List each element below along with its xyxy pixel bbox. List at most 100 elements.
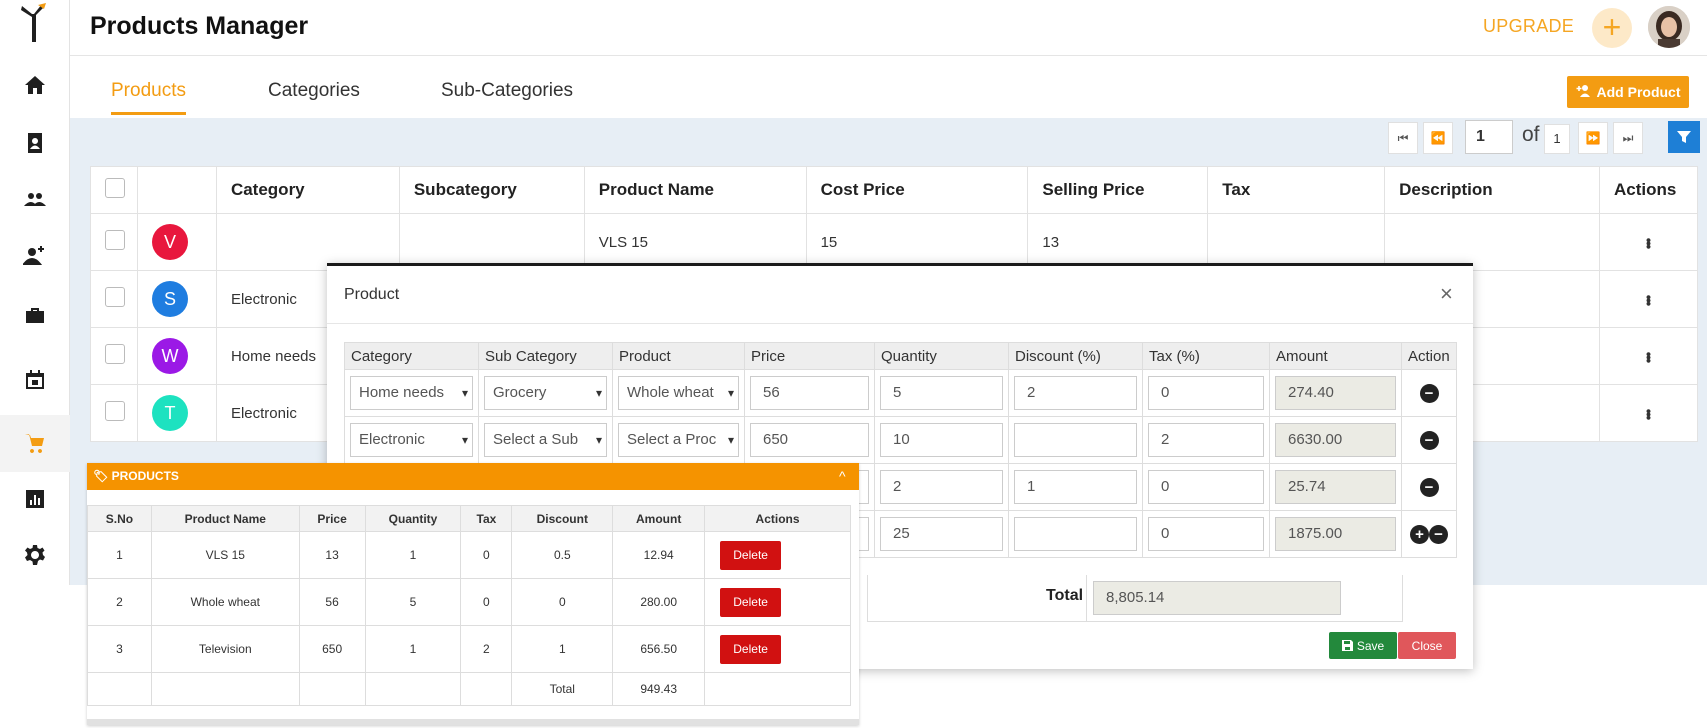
chart-icon[interactable] xyxy=(10,474,60,524)
logo-icon[interactable] xyxy=(12,2,56,46)
row-checkbox[interactable] xyxy=(105,287,125,307)
add-row-icon[interactable]: + xyxy=(1410,524,1429,544)
calendar-icon[interactable] xyxy=(10,355,60,405)
save-button[interactable]: Save xyxy=(1329,632,1397,659)
row-checkbox[interactable] xyxy=(105,344,125,364)
filter-button[interactable] xyxy=(1668,121,1700,153)
column-header[interactable]: Tax xyxy=(1207,166,1386,214)
tax-input[interactable]: 0 xyxy=(1148,517,1264,551)
column-header: Price xyxy=(744,342,875,370)
column-header[interactable]: Product Name xyxy=(583,166,807,214)
total-row: Total 949.43 xyxy=(87,672,851,706)
discount-input[interactable] xyxy=(1014,517,1137,551)
row-checkbox[interactable] xyxy=(105,230,125,250)
row-checkbox[interactable] xyxy=(105,401,125,421)
line-row: Home needs Grocery Whole wheat 56 5 2 0 … xyxy=(344,369,1457,417)
column-header: Action xyxy=(1401,342,1457,370)
column-header: Actions xyxy=(1598,166,1699,214)
select-all-checkbox[interactable] xyxy=(105,177,125,198)
delete-button[interactable]: Delete xyxy=(720,634,782,664)
cell-tax: 0 xyxy=(460,531,513,579)
prev-page-button[interactable]: ⏪ xyxy=(1423,122,1453,154)
products-panel-header[interactable]: 🏷 PRODUCTS xyxy=(87,463,859,490)
column-header: Discount (%) xyxy=(1008,342,1143,370)
category-select[interactable]: Home needs xyxy=(350,376,473,410)
remove-row-icon[interactable]: − xyxy=(1429,524,1448,544)
avatar-header xyxy=(136,166,217,214)
product-select[interactable]: Select a Proc xyxy=(618,423,739,457)
upgrade-link[interactable]: UPGRADE xyxy=(1483,16,1574,37)
column-header: Tax xyxy=(460,505,513,532)
product-select[interactable]: Whole wheat xyxy=(618,376,739,410)
column-header[interactable]: Cost Price xyxy=(805,166,1029,214)
delete-button[interactable]: Delete xyxy=(720,587,782,617)
remove-row-icon[interactable]: − xyxy=(1419,430,1439,450)
price-input[interactable]: 56 xyxy=(750,376,869,410)
price-input[interactable]: 650 xyxy=(750,423,869,457)
line-header-row: Category Sub Category Product Price Quan… xyxy=(344,342,1457,370)
add-product-button[interactable]: Add Product xyxy=(1567,76,1689,108)
tab-sub-categories[interactable]: Sub-Categories xyxy=(441,80,573,102)
briefcase-icon[interactable] xyxy=(10,290,60,340)
pager-total: 1 xyxy=(1544,124,1570,154)
last-page-button[interactable]: ⏭ xyxy=(1613,122,1643,154)
next-page-button[interactable]: ⏩ xyxy=(1578,122,1608,154)
add-user-icon[interactable] xyxy=(10,230,60,280)
discount-input[interactable]: 1 xyxy=(1014,470,1137,504)
remove-row-icon[interactable]: − xyxy=(1419,477,1439,497)
users-icon[interactable] xyxy=(10,174,60,224)
settings-icon[interactable] xyxy=(10,530,60,580)
chevron-up-icon[interactable]: ^ xyxy=(839,463,846,490)
cell-discount: 0 xyxy=(511,578,614,626)
tab-categories[interactable]: Categories xyxy=(268,80,360,102)
home-icon[interactable] xyxy=(10,60,60,110)
row-actions-menu[interactable]: ••• xyxy=(1598,384,1699,442)
first-page-button[interactable]: ⏮ xyxy=(1388,122,1418,154)
category-select[interactable]: Electronic xyxy=(350,423,473,457)
page-number-input[interactable]: 1 xyxy=(1465,120,1513,154)
column-header[interactable]: Category xyxy=(215,166,400,214)
close-button[interactable]: Close xyxy=(1398,632,1456,659)
table-row[interactable]: V VLS 15 15 13 ••• xyxy=(90,213,1699,271)
line-row: Electronic Select a Sub Select a Proc 65… xyxy=(344,416,1457,464)
tab-products[interactable]: Products xyxy=(111,80,186,102)
quantity-input[interactable]: 25 xyxy=(880,517,1003,551)
cart-icon[interactable] xyxy=(10,418,60,468)
plus-icon[interactable]: + xyxy=(1592,8,1632,48)
remove-row-icon[interactable]: − xyxy=(1419,383,1439,403)
filter-icon xyxy=(1677,131,1691,143)
cell-product-name: Whole wheat xyxy=(150,578,300,626)
discount-input[interactable]: 2 xyxy=(1014,376,1137,410)
delete-button[interactable]: Delete xyxy=(720,540,782,570)
column-header[interactable]: Selling Price xyxy=(1027,166,1209,214)
subcategory-select[interactable]: Select a Sub xyxy=(484,423,607,457)
cell-tax: 0 xyxy=(460,578,513,626)
subcategory-select[interactable]: Grocery xyxy=(484,376,607,410)
close-icon[interactable]: × xyxy=(1440,281,1453,307)
column-header[interactable]: Description xyxy=(1384,166,1600,214)
column-header[interactable]: Subcategory xyxy=(398,166,585,214)
select-all-cell[interactable] xyxy=(90,166,138,214)
discount-input[interactable] xyxy=(1014,423,1137,457)
cell-product-name: VLS 15 xyxy=(583,213,807,271)
quantity-input[interactable]: 2 xyxy=(880,470,1003,504)
row-actions-menu[interactable]: ••• xyxy=(1598,213,1699,271)
row-actions-menu[interactable]: ••• xyxy=(1598,327,1699,385)
column-header: Discount xyxy=(511,505,614,532)
row-actions-menu[interactable]: ••• xyxy=(1598,270,1699,328)
table-row: 2 Whole wheat 56 5 0 0 280.00 Delete xyxy=(87,578,851,626)
tax-input[interactable]: 0 xyxy=(1148,470,1264,504)
cell-discount: 1 xyxy=(511,625,614,673)
active-tab-indicator xyxy=(111,112,186,115)
row-avatar: T xyxy=(151,395,188,431)
quantity-input[interactable]: 5 xyxy=(880,376,1003,410)
avatar[interactable] xyxy=(1648,6,1690,48)
tax-input[interactable]: 2 xyxy=(1148,423,1264,457)
cell-discount: 0.5 xyxy=(511,531,614,579)
column-header: Tax (%) xyxy=(1142,342,1270,370)
horizontal-scrollbar[interactable] xyxy=(87,719,859,725)
tax-input[interactable]: 0 xyxy=(1148,376,1264,410)
contacts-icon[interactable] xyxy=(10,118,60,168)
sidebar xyxy=(0,0,70,585)
quantity-input[interactable]: 10 xyxy=(880,423,1003,457)
